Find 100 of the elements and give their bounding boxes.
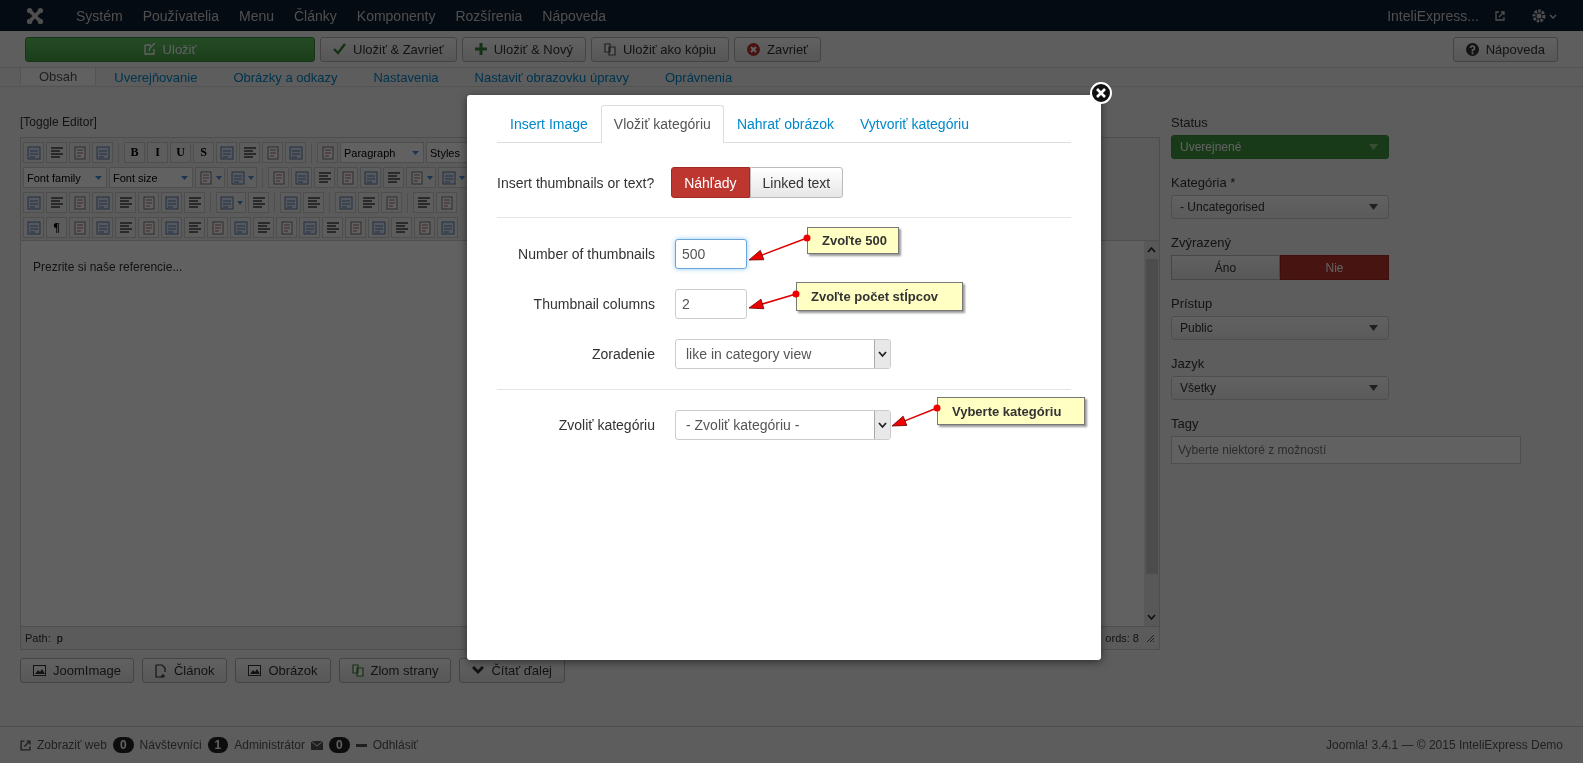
table-icon: [25, 144, 42, 161]
editor-tool-button[interactable]: ¶: [46, 217, 67, 238]
table-icon: [218, 144, 235, 161]
select-field[interactable]: like in category view: [675, 339, 891, 369]
nav-menu-item[interactable]: Rozšírenia: [445, 7, 533, 24]
toolbar-button[interactable]: Uložiť ako kópiu: [590, 36, 729, 62]
copyright-text: Joomla! 3.4.1 — © 2015 InteliExpress Demo: [1326, 738, 1563, 752]
editor-dropdown[interactable]: Font size: [109, 167, 193, 188]
text-lines-icon: [117, 194, 134, 211]
toolbar-button[interactable]: Zavrieť: [734, 36, 821, 62]
resize-handle-icon[interactable]: [1145, 633, 1155, 643]
nav-menu-item[interactable]: Systém: [66, 7, 133, 24]
image-icon: [248, 665, 262, 676]
document-icon: [347, 219, 364, 236]
document-icon: [438, 194, 455, 211]
select-field[interactable]: - Uncategorised: [1171, 195, 1389, 219]
table-icon: [439, 219, 456, 236]
document-icon: [140, 219, 157, 236]
editor-text: Prezrite si naše referencie...: [33, 260, 183, 274]
content-tab[interactable]: Nastavenia: [355, 69, 457, 86]
content-tab[interactable]: Nastaviť obrazovku úpravy: [456, 69, 647, 86]
editor-insert-button[interactable]: Obrázok: [235, 658, 331, 683]
select-field[interactable]: Public: [1171, 316, 1389, 340]
edit-icon: [143, 43, 156, 55]
table-icon: [370, 219, 387, 236]
site-link[interactable]: InteliExpress...: [1377, 7, 1489, 24]
editor-tool-button[interactable]: [438, 167, 468, 188]
external-link-icon: [1495, 10, 1505, 21]
nav-menu-item[interactable]: Menu: [228, 7, 284, 24]
dialog-tab[interactable]: Nahrať obrázok: [723, 105, 847, 142]
logout-link[interactable]: Odhlásiť: [372, 738, 418, 752]
document-icon: [140, 194, 157, 211]
editor-tool-button[interactable]: B: [124, 142, 145, 163]
field-label: Thumbnail columns: [532, 296, 655, 312]
table-icon: [337, 194, 354, 211]
toolbar-button[interactable]: Uložiť & Zavrieť: [320, 36, 457, 62]
caret-icon: [1369, 204, 1378, 210]
select-field[interactable]: Všetky: [1171, 376, 1389, 400]
dialog-tab[interactable]: Insert Image: [497, 105, 601, 142]
text-lines-icon: [255, 219, 272, 236]
caret-icon: [425, 174, 434, 181]
caret-icon: [878, 350, 887, 358]
mode-option[interactable]: Náhľady: [671, 167, 750, 198]
help-button[interactable]: Nápoveda: [1452, 36, 1558, 62]
number-field[interactable]: 2: [675, 289, 747, 319]
editor-insert-button[interactable]: Článok: [141, 658, 228, 683]
editor-dropdown[interactable]: Font family: [23, 167, 107, 188]
caret-icon: [1369, 385, 1378, 391]
toolbar-button[interactable]: Uložiť: [25, 36, 315, 62]
select-field[interactable]: - Zvoliť kategóriu -: [675, 410, 891, 440]
table-icon: [293, 169, 310, 186]
close-button[interactable]: [1090, 82, 1112, 104]
text-lines-icon: [186, 219, 203, 236]
document-icon: [319, 144, 336, 161]
toolbar-button[interactable]: Uložiť & Nový: [461, 36, 586, 62]
close-icon: [747, 42, 760, 56]
nav-menu-item[interactable]: Nápoveda: [532, 7, 617, 24]
content-tab[interactable]: Oprávnenia: [646, 69, 751, 86]
content-tab[interactable]: Uverejňovanie: [96, 69, 216, 86]
content-tab[interactable]: Obsah: [20, 67, 97, 86]
document-icon: [71, 219, 88, 236]
content-tab[interactable]: Obrázky a odkazy: [215, 69, 356, 86]
document-icon: [270, 169, 287, 186]
settings-icon[interactable]: [1531, 7, 1557, 24]
select-field[interactable]: Uverejnené: [1171, 135, 1389, 159]
editor-tool-button[interactable]: I: [147, 142, 168, 163]
text-lines-icon: [241, 144, 258, 161]
editor-dropdown[interactable]: Paragraph: [340, 142, 424, 163]
nav-menu-item[interactable]: Komponenty: [346, 7, 446, 24]
status-text: Návštevníci: [139, 738, 202, 752]
dialog-tab[interactable]: Vložiť kategóriu: [600, 105, 724, 143]
table-icon: [163, 219, 180, 236]
new-document-icon: [154, 663, 167, 678]
joomla-logo-icon[interactable]: [26, 6, 44, 25]
callout-note: Vyberte kategóriu: [937, 397, 1085, 425]
table-icon: [301, 219, 318, 236]
field-label: Zvoliť kategóriu: [557, 417, 655, 433]
scroll-up-icon[interactable]: [1147, 247, 1156, 253]
editor-tool-button[interactable]: S: [193, 142, 214, 163]
mode-option[interactable]: Linked text: [749, 167, 844, 198]
dialog-tab[interactable]: Vytvoriť kategóriu: [847, 105, 982, 142]
path-element-link[interactable]: p: [56, 632, 63, 644]
editor-insert-button[interactable]: Zlom strany: [338, 658, 452, 683]
toggle-option[interactable]: Nie: [1280, 255, 1389, 280]
document-icon: [71, 194, 88, 211]
nav-menu-item[interactable]: Používatelia: [132, 7, 229, 24]
text-lines-icon: [385, 169, 402, 186]
toggle-option[interactable]: Áno: [1171, 255, 1280, 280]
copy-icon: [603, 42, 616, 56]
nav-menu-item[interactable]: Články: [284, 7, 347, 24]
editor-insert-button[interactable]: Čítať ďalej: [459, 658, 565, 683]
editor-insert-button[interactable]: JoomImage: [20, 658, 134, 683]
scroll-down-icon[interactable]: [1147, 614, 1156, 620]
count-badge: 1: [207, 737, 229, 753]
number-field[interactable]: 500: [675, 239, 747, 269]
text-lines-icon: [48, 194, 65, 211]
editor-tool-button[interactable]: U: [170, 142, 191, 163]
table-icon: [362, 169, 379, 186]
view-site-link[interactable]: Zobraziť web: [37, 738, 107, 752]
document-icon: [416, 219, 433, 236]
